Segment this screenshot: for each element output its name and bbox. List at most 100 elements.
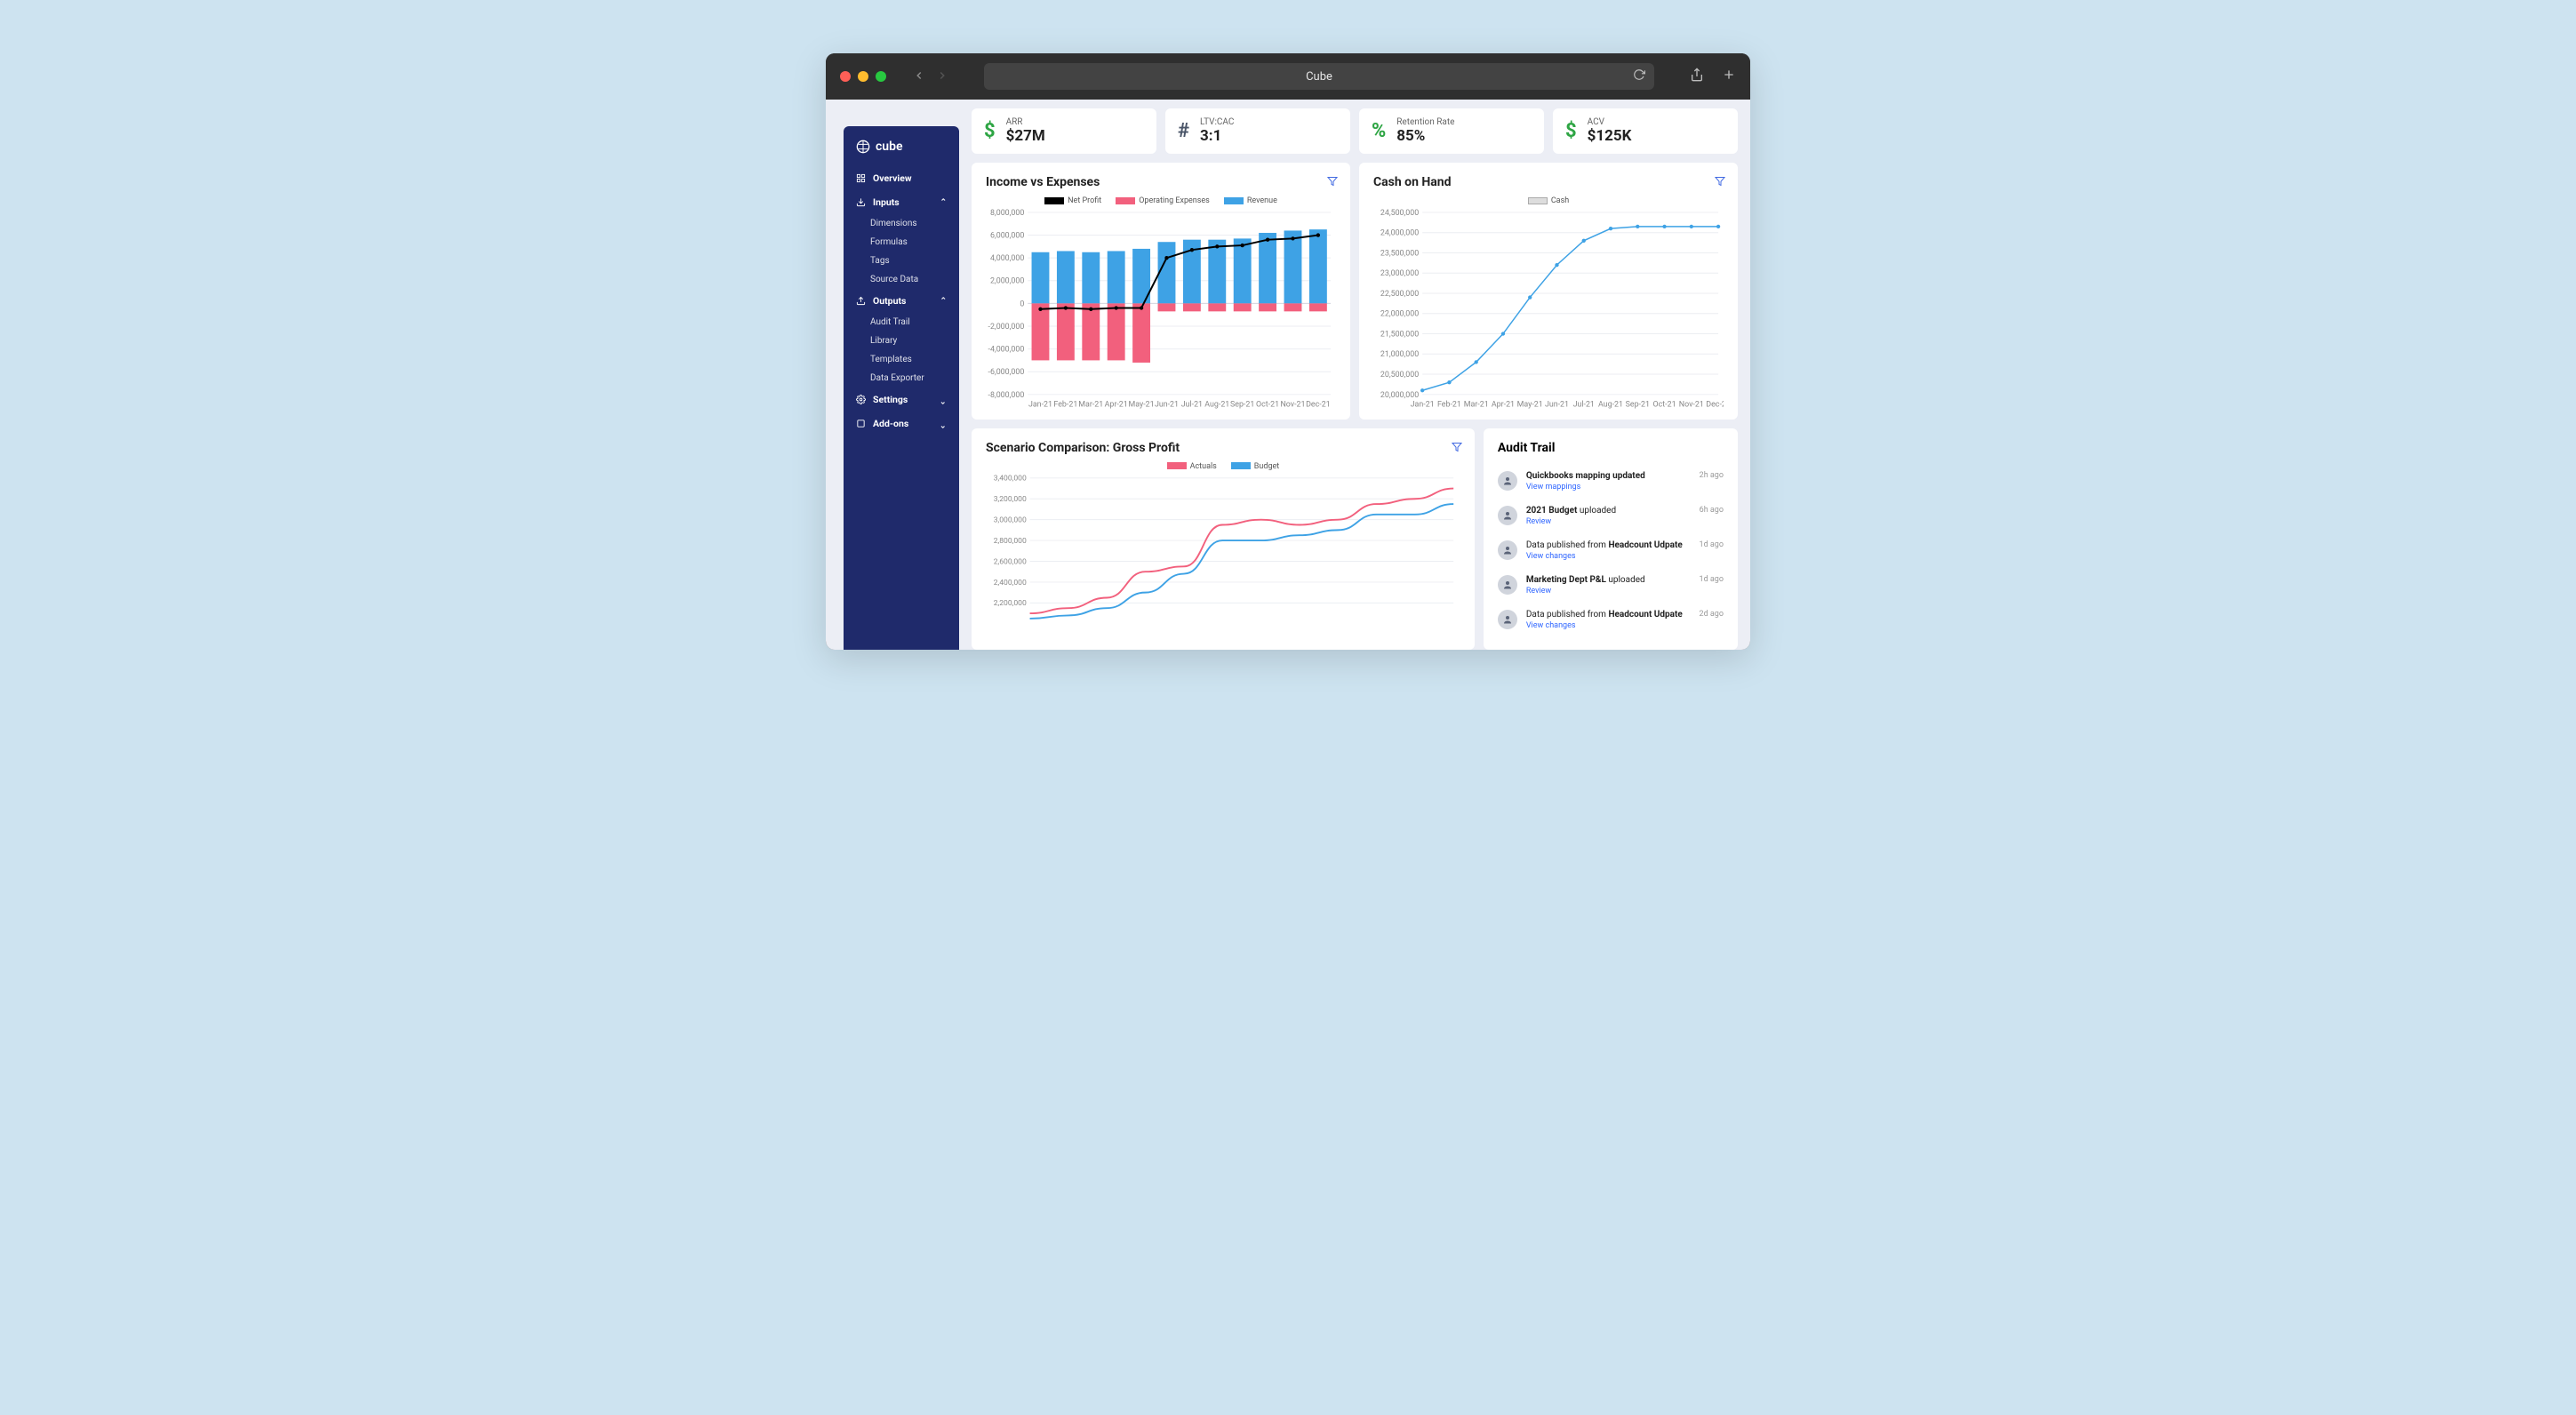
sidebar-sub-tags[interactable]: Tags bbox=[844, 252, 959, 270]
percent-icon: % bbox=[1372, 120, 1386, 142]
sidebar-sub-audit-trail[interactable]: Audit Trail bbox=[844, 313, 959, 332]
sidebar-sub-data-exporter[interactable]: Data Exporter bbox=[844, 369, 959, 388]
svg-text:Dec-21: Dec-21 bbox=[1306, 401, 1331, 410]
svg-text:May-21: May-21 bbox=[1517, 401, 1543, 410]
svg-text:Aug-21: Aug-21 bbox=[1598, 401, 1623, 410]
brand-name: cube bbox=[876, 140, 903, 154]
audit-time: 1d ago bbox=[1700, 540, 1724, 561]
sidebar: cube Overview Inputs ⌃ Dimensions Formul… bbox=[844, 126, 959, 650]
sidebar-sub-dimensions[interactable]: Dimensions bbox=[844, 214, 959, 233]
filter-icon[interactable] bbox=[1715, 173, 1725, 190]
svg-text:2,200,000: 2,200,000 bbox=[994, 599, 1027, 608]
audit-title: Data published from Headcount Udpate bbox=[1526, 540, 1691, 550]
gear-icon bbox=[856, 395, 866, 404]
url-bar[interactable]: Cube bbox=[984, 63, 1654, 90]
svg-text:Jul-21: Jul-21 bbox=[1181, 401, 1203, 410]
kpi-retention: % Retention Rate 85% bbox=[1359, 108, 1544, 154]
svg-text:3,400,000: 3,400,000 bbox=[994, 475, 1027, 484]
window-controls bbox=[840, 71, 886, 82]
chevron-down-icon: ⌃ bbox=[940, 420, 947, 428]
audit-link[interactable]: Review bbox=[1526, 517, 1691, 526]
audit-time: 1d ago bbox=[1700, 575, 1724, 596]
kpi-value: $125K bbox=[1588, 127, 1632, 145]
kpi-value: $27M bbox=[1006, 127, 1045, 145]
kpi-label: ACV bbox=[1588, 117, 1632, 127]
svg-text:-6,000,000: -6,000,000 bbox=[988, 368, 1025, 377]
card-scenario-comparison: Scenario Comparison: Gross Profit Actual… bbox=[972, 428, 1475, 650]
card-audit-trail: Audit Trail Quickbooks mapping updated V… bbox=[1484, 428, 1738, 650]
sidebar-sub-formulas[interactable]: Formulas bbox=[844, 233, 959, 252]
svg-text:Jun-21: Jun-21 bbox=[1545, 401, 1569, 410]
svg-text:-2,000,000: -2,000,000 bbox=[988, 323, 1025, 332]
browser-window: Cube cube Overview Inputs ⌃ Dimension bbox=[826, 53, 1750, 650]
audit-title: Data published from Headcount Udpate bbox=[1526, 610, 1691, 620]
svg-text:Jan-21: Jan-21 bbox=[1028, 401, 1052, 410]
sidebar-item-outputs[interactable]: Outputs ⌃ bbox=[844, 289, 959, 313]
filter-icon[interactable] bbox=[1327, 173, 1338, 190]
main-content: $ ARR $27M # LTV:CAC 3:1 % Re bbox=[959, 100, 1750, 650]
audit-link[interactable]: View changes bbox=[1526, 621, 1691, 630]
audit-time: 2h ago bbox=[1700, 471, 1724, 492]
svg-text:Apr-21: Apr-21 bbox=[1105, 401, 1128, 410]
svg-text:Feb-21: Feb-21 bbox=[1053, 401, 1077, 410]
sidebar-label: Outputs bbox=[873, 295, 906, 307]
svg-text:Nov-21: Nov-21 bbox=[1280, 401, 1305, 410]
upload-icon bbox=[856, 296, 866, 306]
svg-text:Dec-21: Dec-21 bbox=[1706, 401, 1724, 410]
cash-chart: 20,000,00020,500,00021,000,00021,500,000… bbox=[1373, 209, 1724, 411]
chart-row-2: Scenario Comparison: Gross Profit Actual… bbox=[972, 428, 1738, 650]
svg-text:2,800,000: 2,800,000 bbox=[994, 536, 1027, 545]
audit-item: Data published from Headcount Udpate Vie… bbox=[1498, 533, 1724, 568]
card-title: Income vs Expenses bbox=[986, 175, 1336, 189]
avatar bbox=[1498, 610, 1517, 629]
svg-text:Jul-21: Jul-21 bbox=[1573, 401, 1595, 410]
svg-text:Oct-21: Oct-21 bbox=[1653, 401, 1676, 410]
audit-title: Marketing Dept P&L uploaded bbox=[1526, 575, 1691, 585]
filter-icon[interactable] bbox=[1452, 439, 1462, 456]
sidebar-label: Overview bbox=[873, 172, 912, 184]
svg-text:22,500,000: 22,500,000 bbox=[1380, 290, 1419, 299]
svg-text:6,000,000: 6,000,000 bbox=[990, 232, 1024, 241]
sidebar-item-addons[interactable]: Add-ons ⌃ bbox=[844, 412, 959, 436]
svg-text:-4,000,000: -4,000,000 bbox=[988, 346, 1025, 355]
brand[interactable]: cube bbox=[844, 140, 959, 166]
audit-title: 2021 Budget uploaded bbox=[1526, 506, 1691, 516]
sidebar-item-inputs[interactable]: Inputs ⌃ bbox=[844, 190, 959, 214]
svg-text:24,000,000: 24,000,000 bbox=[1380, 229, 1419, 238]
svg-text:Sep-21: Sep-21 bbox=[1626, 401, 1650, 410]
minimize-window[interactable] bbox=[858, 71, 868, 82]
forward-button[interactable] bbox=[936, 68, 948, 85]
svg-text:20,000,000: 20,000,000 bbox=[1380, 391, 1419, 400]
svg-text:-8,000,000: -8,000,000 bbox=[988, 391, 1025, 400]
svg-text:23,500,000: 23,500,000 bbox=[1380, 249, 1419, 258]
audit-link[interactable]: Review bbox=[1526, 587, 1691, 596]
url-text: Cube bbox=[1306, 70, 1332, 84]
audit-item: 2021 Budget uploaded Review 6h ago bbox=[1498, 499, 1724, 533]
kpi-value: 85% bbox=[1396, 127, 1454, 145]
svg-text:23,000,000: 23,000,000 bbox=[1380, 269, 1419, 278]
new-tab-icon[interactable] bbox=[1722, 68, 1736, 85]
maximize-window[interactable] bbox=[876, 71, 886, 82]
dollar-icon: $ bbox=[1565, 120, 1577, 142]
audit-link[interactable]: View mappings bbox=[1526, 483, 1691, 492]
sidebar-sub-templates[interactable]: Templates bbox=[844, 350, 959, 369]
svg-text:Apr-21: Apr-21 bbox=[1492, 401, 1515, 410]
card-title: Audit Trail bbox=[1498, 441, 1724, 455]
audit-item: Marketing Dept P&L uploaded Review 1d ag… bbox=[1498, 568, 1724, 603]
chevron-up-icon: ⌃ bbox=[940, 297, 947, 306]
close-window[interactable] bbox=[840, 71, 851, 82]
sidebar-item-overview[interactable]: Overview bbox=[844, 166, 959, 190]
sidebar-label: Add-ons bbox=[873, 418, 908, 429]
audit-link[interactable]: View changes bbox=[1526, 552, 1691, 561]
kpi-ltv-cac: # LTV:CAC 3:1 bbox=[1165, 108, 1350, 154]
svg-text:Oct-21: Oct-21 bbox=[1256, 401, 1279, 410]
sidebar-item-settings[interactable]: Settings ⌃ bbox=[844, 388, 959, 412]
share-icon[interactable] bbox=[1690, 68, 1704, 85]
sidebar-sub-library[interactable]: Library bbox=[844, 332, 959, 350]
reload-icon[interactable] bbox=[1633, 68, 1645, 84]
avatar bbox=[1498, 575, 1517, 595]
nav-arrows bbox=[913, 68, 948, 85]
audit-time: 6h ago bbox=[1700, 506, 1724, 526]
sidebar-sub-source-data[interactable]: Source Data bbox=[844, 270, 959, 289]
back-button[interactable] bbox=[913, 68, 925, 85]
